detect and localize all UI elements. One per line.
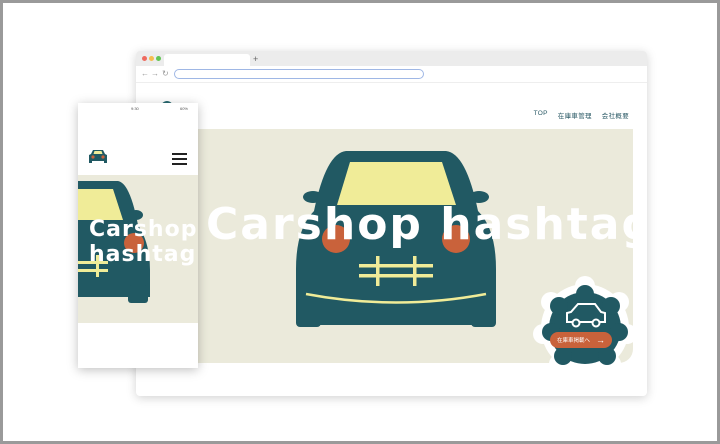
desktop-browser-mockup: + ← → ↻ TOP 在庫車管理 会社概要 Carshop hashtag 在… [136, 51, 647, 396]
maximize-window-dot[interactable] [156, 56, 161, 61]
site-nav: TOP 在庫車管理 会社概要 [534, 110, 629, 120]
inventory-listing-button[interactable]: 在庫車掲載へ → [550, 332, 612, 348]
back-arrow-icon[interactable]: ← [141, 68, 149, 80]
mobile-phone-mockup: 9:30 60% Carshop hashtag [78, 103, 198, 368]
mobile-hero-section: Carshop hashtag [78, 175, 198, 323]
browser-tab[interactable] [164, 54, 250, 66]
preview-frame: + ← → ↻ TOP 在庫車管理 会社概要 Carshop hashtag 在… [0, 0, 720, 444]
hero-title: Carshop hashtag [206, 199, 647, 250]
hamburger-menu-icon[interactable] [172, 153, 187, 165]
car-logo-icon[interactable] [88, 148, 108, 164]
forward-arrow-icon[interactable]: → [151, 68, 159, 80]
hero-section: Carshop hashtag 在庫車掲載へ → [146, 129, 647, 374]
minimize-window-dot[interactable] [149, 56, 154, 61]
inventory-badge [533, 276, 637, 374]
mobile-hero-title: Carshop hashtag [89, 217, 197, 267]
inventory-listing-label: 在庫車掲載へ [556, 338, 590, 344]
browser-tab-bar: + [136, 51, 647, 66]
nav-link-inventory[interactable]: 在庫車管理 [558, 110, 592, 120]
status-battery: 60% [179, 106, 188, 111]
mobile-hero-title-line2: hashtag [89, 242, 197, 267]
phone-status-bar: 9:30 60% [78, 103, 198, 115]
address-bar[interactable] [174, 69, 424, 79]
nav-link-top[interactable]: TOP [534, 110, 548, 120]
reload-icon[interactable]: ↻ [162, 68, 169, 80]
browser-toolbar: ← → ↻ [136, 66, 647, 83]
status-time: 9:30 [131, 106, 139, 111]
nav-link-company[interactable]: 会社概要 [602, 110, 629, 120]
arrow-right-icon: → [596, 335, 605, 345]
mobile-hero-title-line1: Carshop [89, 217, 198, 242]
new-tab-button[interactable]: + [253, 53, 258, 65]
close-window-dot[interactable] [142, 56, 147, 61]
